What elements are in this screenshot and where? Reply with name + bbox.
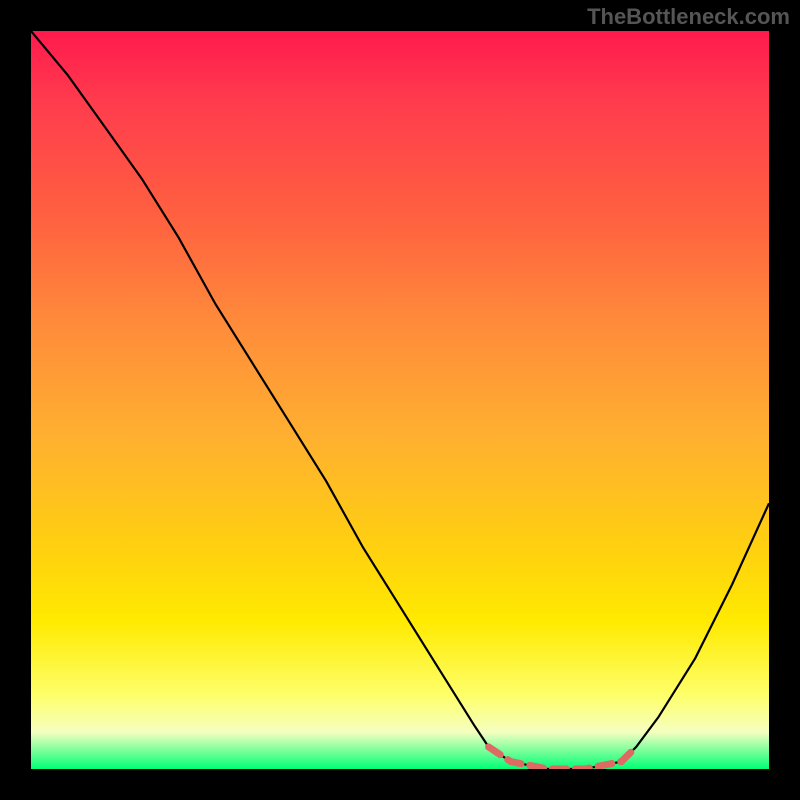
bottleneck-curve-path [31,31,769,769]
chart-svg [31,31,769,769]
optimal-band-path [489,747,637,769]
watermark-text: TheBottleneck.com [587,4,790,30]
